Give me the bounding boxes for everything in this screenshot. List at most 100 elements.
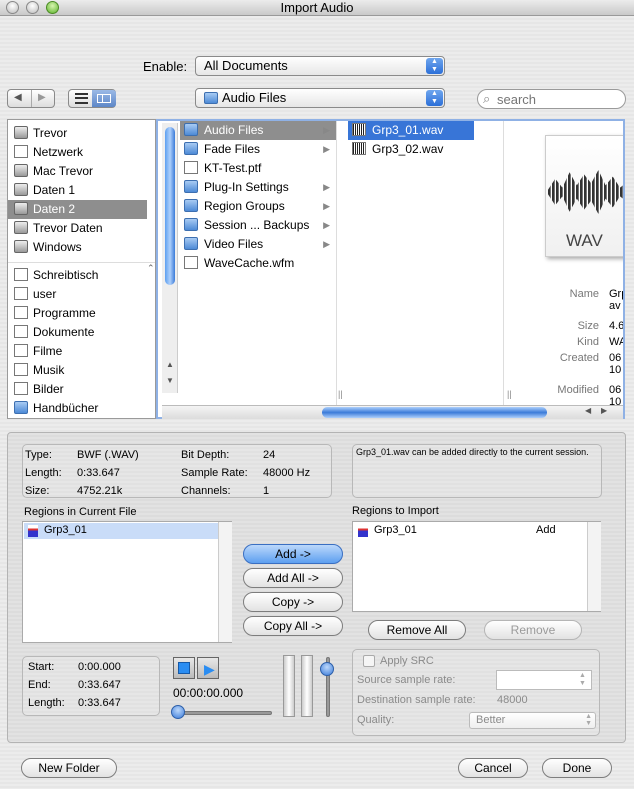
column1-item[interactable]: Audio Files ▶ [180,121,336,140]
enable-popup[interactable]: All Documents ▲ ▼ [195,56,445,76]
sidebar-item[interactable]: Bilder [14,380,64,399]
hard-drive-icon [14,240,28,253]
copy-button[interactable]: Copy -> [243,592,343,612]
sidebar-item[interactable]: Trevor Daten [14,219,103,238]
done-button[interactable]: Done [542,758,612,778]
region-icon [28,525,38,537]
search-input[interactable] [497,91,617,107]
column2-item-label: Grp3_01.wav [372,123,444,137]
sidebar-scroll-up-icon[interactable]: ⌃ [147,263,155,274]
column-view-icon[interactable] [92,90,116,107]
source-rate-label: Source sample rate: [357,674,456,686]
sidebar-item[interactable]: Daten 2 [8,200,147,219]
quality-popup[interactable]: Better ▲ ▼ [469,712,596,729]
wav-document-icon: WAV [545,135,623,257]
pictures-icon [14,382,28,395]
scroll-left-arrow-icon[interactable]: ◀ [585,406,591,415]
sidebar-item-label: Bilder [33,382,64,396]
sidebar-item[interactable]: Programme [14,304,96,323]
add-all-button[interactable]: Add All -> [243,568,343,588]
column1-item-label: Video Files [204,237,264,251]
sidebar-item[interactable]: Windows [14,238,82,257]
playback-position-slider[interactable] [171,705,272,719]
regions-import-label: Regions to Import [352,505,439,517]
column1-item[interactable]: WaveCache.wfm [180,254,336,273]
disclosure-arrow-icon: ▶ [323,220,330,230]
wav-file-icon [352,123,366,136]
sidebar-item[interactable]: Trevor [14,124,67,143]
sidebar-item[interactable]: Handbücher [14,399,98,418]
column1-item[interactable]: Session ... Backups ▶ [180,216,336,235]
regions-import-item-label: Grp3_01 [374,524,417,536]
zoom-window-button[interactable] [46,1,59,14]
hard-drive-icon [14,202,28,215]
level-meter [301,655,313,717]
close-window-button[interactable] [6,1,19,14]
quality-label: Quality: [357,714,395,726]
sidebar-item-label: Windows [33,240,82,254]
documents-icon [14,325,28,338]
column-resize-handle[interactable]: || [338,389,343,399]
start-label: Start: [28,661,55,673]
copy-all-button[interactable]: Copy All -> [243,616,343,636]
quality-popup-value: Better [476,714,506,726]
movies-icon [14,344,28,357]
sidebar-item[interactable]: user [14,285,56,304]
volume-slider[interactable] [320,657,334,717]
preview-field-label: Name [569,288,599,300]
sidebar-item[interactable]: Dokumente [14,323,94,342]
column1-item[interactable]: KT-Test.ptf [180,159,336,178]
regions-import-scrollbar[interactable] [587,522,601,611]
sidebar-item[interactable]: Schreibtisch [14,266,98,285]
sidebar-item[interactable]: Mac Trevor [14,162,93,181]
source-rate-combo[interactable]: ▲ ▼ [496,670,592,690]
apply-src-checkbox[interactable] [363,655,375,667]
scroll-down-arrow-icon[interactable]: ▼ [166,376,174,385]
regions-import-item[interactable]: Grp3_01 Add [354,523,584,539]
sidebar-item[interactable]: Musik [14,361,64,380]
column2-item[interactable]: Grp3_02.wav [348,140,474,159]
preview-field-value: 06 10 [609,384,622,405]
scroll-right-arrow-icon[interactable]: ▶ [601,406,607,415]
regions-current-item[interactable]: Grp3_01 [24,523,218,539]
horizontal-scrollbar[interactable]: ◀ ▶ [162,405,623,419]
slider-knob[interactable] [171,705,185,719]
horizontal-scroll-thumb[interactable] [322,407,547,418]
cancel-button[interactable]: Cancel [458,758,528,778]
column-resize-handle[interactable]: || [507,389,512,399]
column1: Audio Files ▶ Fade Files ▶ KT-Test.ptf Plug-I… [180,121,337,401]
remove-button[interactable]: Remove [484,620,582,640]
column1-scroll-thumb[interactable] [165,127,175,285]
bit-depth-label: Bit Depth: [181,449,230,461]
new-folder-button[interactable]: New Folder [21,758,117,778]
scroll-up-arrow-icon[interactable]: ▲ [166,360,174,369]
back-arrow-icon[interactable]: ◀ [14,92,22,103]
list-view-icon[interactable] [75,93,88,104]
sidebar-item-label: Daten 2 [33,202,76,216]
column2-item[interactable]: Grp3_01.wav [348,121,474,140]
minimize-window-button[interactable] [26,1,39,14]
column1-item-label: Audio Files [204,123,264,137]
column1-item[interactable]: Plug-In Settings ▶ [180,178,336,197]
search-field[interactable]: ⌕ [477,89,626,109]
sidebar-item[interactable]: Filme [14,342,62,361]
location-popup[interactable]: Audio Files ▲ ▼ [195,88,445,108]
regions-current-scrollbar[interactable] [218,522,232,642]
message-box: Grp3_01.wav can be added directly to the… [352,444,602,498]
column1-item[interactable]: Video Files ▶ [180,235,336,254]
folder-icon [184,237,198,250]
sidebar: Trevor Netzwerk Mac Trevor Daten 1 Daten 2 Tr… [7,119,156,419]
stepper-arrows-icon[interactable]: ▲ ▼ [576,672,589,688]
column1-item[interactable]: Region Groups ▶ [180,197,336,216]
remove-all-button[interactable]: Remove All [368,620,466,640]
sidebar-item[interactable]: Daten 1 [14,181,75,200]
stop-button[interactable] [173,657,195,679]
add-button[interactable]: Add -> [243,544,343,564]
sample-rate-value: 48000 Hz [263,467,311,479]
column1-item[interactable]: Fade Files ▶ [180,140,336,159]
forward-arrow-icon[interactable]: ▶ [38,92,46,103]
sidebar-item[interactable]: Netzwerk [14,143,83,162]
play-button[interactable]: ▶ [197,657,219,679]
column1-scrollbar[interactable]: ▲ ▼ [162,123,178,393]
network-globe-icon [14,145,28,158]
